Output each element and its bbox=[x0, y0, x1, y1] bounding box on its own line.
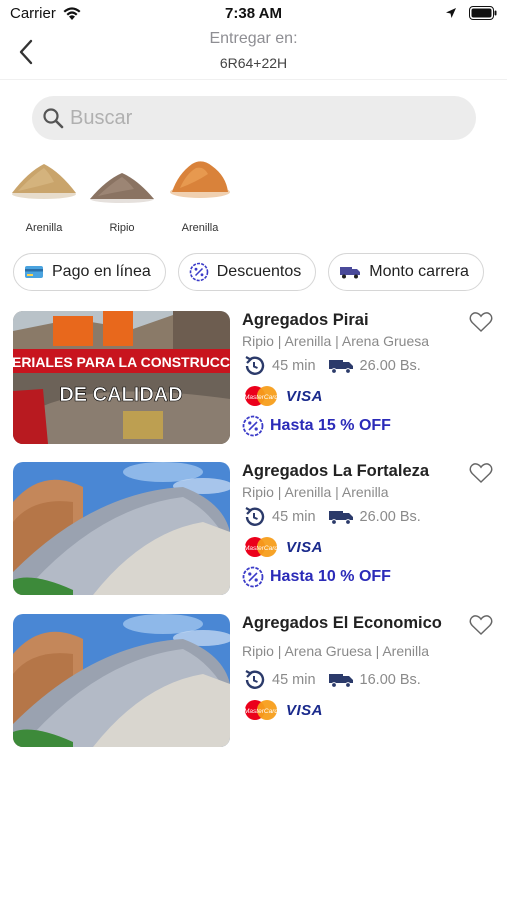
store-info: Agregados La Fortaleza Ripio | Arenilla … bbox=[242, 462, 497, 588]
store-name: Agregados Pirai bbox=[242, 311, 369, 329]
store-meta: 45 min 16.00 Bs. bbox=[242, 669, 497, 691]
delivery-truck-icon bbox=[340, 267, 361, 279]
store-categories: Ripio | Arena Gruesa | Arenilla bbox=[242, 643, 430, 659]
delivery-address[interactable]: 6R64+22H bbox=[0, 55, 507, 71]
chip-label: Monto carrera bbox=[369, 263, 469, 280]
category-item[interactable]: Arenilla bbox=[166, 156, 234, 234]
store-info: Agregados El Economico Ripio | Arena Gru… bbox=[242, 614, 497, 721]
category-item[interactable]: Ripio bbox=[88, 156, 156, 234]
delivery-cost: 26.00 Bs. bbox=[359, 358, 421, 374]
discount-badge: Hasta 15 % OFF bbox=[242, 415, 497, 437]
delivery-time: 45 min bbox=[272, 672, 316, 688]
chip-label: Descuentos bbox=[216, 263, 302, 280]
search-bar[interactable] bbox=[32, 96, 476, 140]
search-input[interactable] bbox=[70, 106, 450, 130]
mastercard-icon: MasterCard bbox=[244, 537, 278, 557]
payment-methods: MasterCard VISA bbox=[242, 699, 497, 721]
visa-icon: VISA bbox=[286, 701, 324, 719]
percent-badge-icon bbox=[242, 415, 264, 437]
card-icon bbox=[25, 266, 43, 278]
store-banner-image bbox=[13, 462, 230, 595]
filter-chips: Pago en línea Descuentos Monto carrera bbox=[13, 253, 484, 291]
store-name: Agregados La Fortaleza bbox=[242, 462, 430, 480]
delivery-cost: 26.00 Bs. bbox=[359, 509, 421, 525]
discount-label: Hasta 10 % OFF bbox=[270, 568, 391, 585]
location-arrow-icon bbox=[446, 8, 456, 18]
store-info: Agregados Pirai Ripio | Arenilla | Arena… bbox=[242, 311, 497, 437]
percent-badge-icon bbox=[189, 262, 209, 282]
clock-refresh-icon bbox=[245, 507, 265, 526]
store-meta: 45 min 26.00 Bs. bbox=[242, 506, 497, 528]
heart-icon[interactable] bbox=[469, 462, 493, 484]
store-banner-image bbox=[13, 614, 230, 747]
chip-label: Pago en línea bbox=[52, 263, 151, 280]
filter-discounts[interactable]: Descuentos bbox=[177, 253, 317, 291]
store-banner-image: ERIALES PARA LA CONSTRUCC DE CALIDAD bbox=[13, 311, 230, 444]
category-label: Ripio bbox=[109, 222, 135, 234]
status-bar: Carrier 7:38 AM bbox=[0, 0, 507, 28]
delivery-truck-icon bbox=[328, 511, 353, 525]
category-list: Arenilla Ripio Arenilla bbox=[10, 156, 234, 234]
category-label: Arenilla bbox=[181, 222, 219, 234]
search-icon bbox=[43, 108, 64, 129]
sand-pile-image bbox=[10, 156, 78, 206]
visa-icon: VISA bbox=[286, 387, 324, 405]
orange-sand-pile-image bbox=[166, 156, 234, 206]
store-categories: Ripio | Arenilla | Arenilla bbox=[242, 484, 389, 500]
category-label: Arenilla bbox=[25, 222, 63, 234]
svg-text:MasterCard: MasterCard bbox=[244, 545, 278, 552]
mastercard-icon: MasterCard bbox=[244, 700, 278, 720]
payment-methods: MasterCard VISA bbox=[242, 536, 497, 558]
clock-refresh-icon bbox=[245, 670, 265, 689]
delivery-time: 45 min bbox=[272, 509, 316, 525]
clock-refresh-icon bbox=[245, 356, 265, 375]
payment-methods: MasterCard VISA bbox=[242, 385, 497, 407]
mastercard-icon: MasterCard bbox=[244, 386, 278, 406]
delivery-truck-icon bbox=[328, 674, 353, 688]
delivery-cost: 16.00 Bs. bbox=[359, 672, 421, 688]
store-card[interactable]: ERIALES PARA LA CONSTRUCC DE CALIDAD Agr… bbox=[13, 311, 497, 446]
clock: 7:38 AM bbox=[225, 5, 282, 22]
store-card[interactable]: Agregados La Fortaleza Ripio | Arenilla … bbox=[13, 462, 497, 597]
header: Entregar en: 6R64+22H bbox=[0, 28, 507, 80]
status-indicators bbox=[445, 6, 497, 20]
filter-online-payment[interactable]: Pago en línea bbox=[13, 253, 166, 291]
gravel-pile-image bbox=[88, 156, 156, 206]
store-meta: 45 min 26.00 Bs. bbox=[242, 355, 497, 377]
deliver-label: Entregar en: bbox=[209, 30, 298, 47]
banner-text-top: ERIALES PARA LA CONSTRUCC bbox=[13, 354, 230, 370]
percent-badge-icon bbox=[242, 566, 264, 588]
store-name: Agregados El Economico bbox=[242, 614, 442, 632]
visa-icon: VISA bbox=[286, 538, 324, 556]
discount-label: Hasta 15 % OFF bbox=[270, 417, 391, 434]
heart-icon[interactable] bbox=[469, 614, 493, 636]
battery-icon bbox=[469, 6, 497, 20]
svg-text:MasterCard: MasterCard bbox=[244, 394, 278, 401]
store-categories: Ripio | Arenilla | Arena Gruesa bbox=[242, 333, 430, 349]
discount-badge: Hasta 10 % OFF bbox=[242, 566, 497, 588]
svg-text:MasterCard: MasterCard bbox=[244, 708, 278, 715]
delivery-time: 45 min bbox=[272, 358, 316, 374]
store-card[interactable]: Agregados El Economico Ripio | Arena Gru… bbox=[13, 614, 497, 749]
category-item[interactable]: Arenilla bbox=[10, 156, 78, 234]
heart-icon[interactable] bbox=[469, 311, 493, 333]
banner-text-bottom: DE CALIDAD bbox=[59, 384, 182, 406]
delivery-truck-icon bbox=[328, 360, 353, 374]
filter-delivery-cost[interactable]: Monto carrera bbox=[328, 253, 484, 291]
